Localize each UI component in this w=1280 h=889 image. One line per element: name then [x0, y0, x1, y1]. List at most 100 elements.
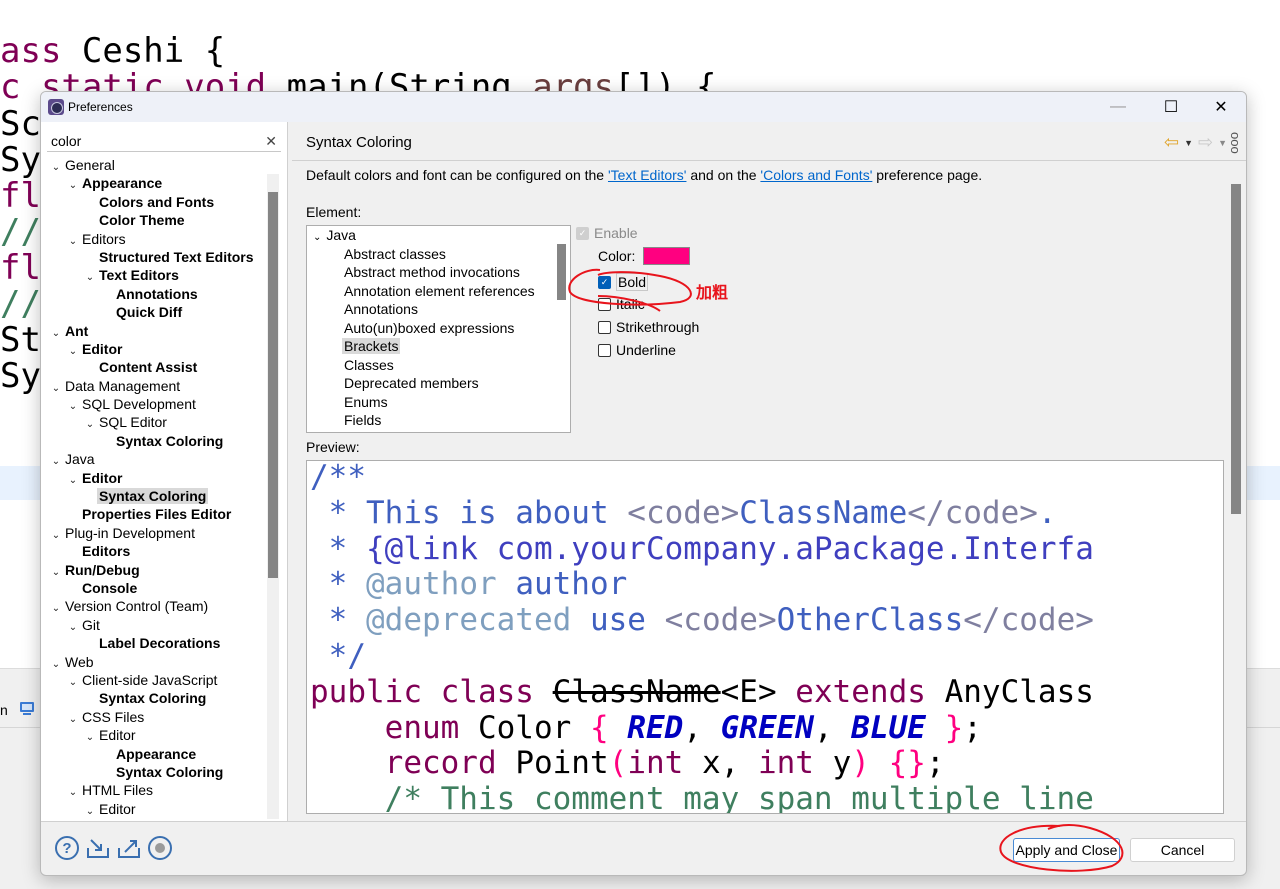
title-separator: [292, 160, 1246, 161]
cancel-button[interactable]: Cancel: [1130, 838, 1235, 862]
underline-check-icon[interactable]: [598, 343, 611, 357]
filter-input[interactable]: color ✕: [47, 130, 281, 152]
bottom-tab-label[interactable]: n: [0, 702, 8, 718]
tree-item[interactable]: Syntax Coloring: [49, 432, 269, 450]
tree-item[interactable]: Appearance: [49, 745, 269, 763]
page-scrollbar-thumb[interactable]: [1231, 184, 1241, 514]
color-picker-button[interactable]: [643, 247, 691, 265]
more-options-icon[interactable]: ooo: [1228, 132, 1243, 154]
element-item[interactable]: Classes: [307, 356, 570, 375]
text-editors-link[interactable]: 'Text Editors': [608, 167, 686, 183]
tree-item[interactable]: ⌄ Version Control (Team): [49, 597, 269, 615]
italic-check-icon[interactable]: [598, 297, 611, 311]
strikethrough-checkbox[interactable]: Strikethrough: [598, 319, 699, 335]
tree-item[interactable]: Content Assist: [49, 358, 269, 376]
tree-scrollbar[interactable]: [267, 174, 279, 819]
strikethrough-check-icon[interactable]: [598, 320, 611, 334]
clear-filter-icon[interactable]: ✕: [265, 130, 277, 152]
colors-and-fonts-link[interactable]: 'Colors and Fonts': [760, 167, 872, 183]
tree-item[interactable]: Syntax Coloring: [49, 689, 269, 707]
tree-item[interactable]: ⌄ General: [49, 156, 269, 174]
tree-item[interactable]: ⌄ SQL Editor: [49, 413, 269, 431]
element-item[interactable]: Enums: [307, 393, 570, 412]
bold-label: Bold: [616, 273, 649, 291]
tree-item[interactable]: ⌄ Data Management: [49, 377, 269, 395]
underline-checkbox[interactable]: Underline: [598, 342, 676, 358]
tree-item[interactable]: ⌄ Appearance: [49, 174, 269, 192]
filter-value[interactable]: color: [51, 133, 81, 149]
tree-item-label: Editor: [82, 340, 123, 357]
element-list-scrollbar[interactable]: [557, 244, 566, 300]
close-button[interactable]: ✕: [1198, 92, 1244, 122]
tree-item[interactable]: ⌄ Java: [49, 450, 269, 468]
italic-checkbox[interactable]: Italic: [598, 296, 645, 312]
title-bar[interactable]: Preferences — ☐ ✕: [41, 92, 1246, 122]
tree-item[interactable]: ⌄ Editor: [49, 340, 269, 358]
back-dropdown-icon[interactable]: ▼: [1184, 138, 1193, 148]
tree-item[interactable]: Structured Text Editors: [49, 248, 269, 266]
help-icon[interactable]: ?: [55, 836, 79, 860]
element-item[interactable]: Annotation element references: [307, 282, 570, 301]
console-icon[interactable]: [19, 701, 35, 717]
chevron-down-icon[interactable]: ⌄: [83, 803, 97, 821]
tree-item[interactable]: ⌄ Plug-in Development: [49, 524, 269, 542]
forward-dropdown-icon[interactable]: ▼: [1218, 138, 1227, 148]
tree-item[interactable]: Colors and Fonts: [49, 193, 269, 211]
tree-item[interactable]: ⌄ Text Editors: [49, 266, 269, 284]
element-item[interactable]: Abstract method invocations: [307, 263, 570, 282]
apply-and-close-button[interactable]: Apply and Close: [1013, 838, 1120, 862]
element-item-java[interactable]: ⌄ Java: [307, 226, 570, 245]
forward-arrow-icon[interactable]: ⇨: [1198, 132, 1213, 153]
element-item[interactable]: Brackets: [307, 337, 570, 356]
element-item[interactable]: Auto(un)boxed expressions: [307, 319, 570, 338]
tree-item-label: Version Control (Team): [65, 598, 209, 615]
tree-item[interactable]: ⌄ Client-side JavaScript: [49, 671, 269, 689]
minimize-button[interactable]: —: [1095, 92, 1141, 122]
enable-checkbox[interactable]: ✓ Enable: [576, 225, 638, 241]
eclipse-app-icon: [48, 99, 64, 115]
tree-item[interactable]: ⌄ Editor: [49, 726, 269, 744]
tree-item[interactable]: Label Decorations: [49, 634, 269, 652]
tree-item[interactable]: ⌄ Git: [49, 616, 269, 634]
tree-item[interactable]: ⌄ Editors: [49, 230, 269, 248]
export-icon[interactable]: [117, 836, 141, 860]
bold-checkbox[interactable]: ✓ Bold: [598, 273, 649, 291]
tree-item[interactable]: Color Theme: [49, 211, 269, 229]
import-icon[interactable]: [86, 836, 110, 860]
tree-item[interactable]: Syntax Coloring: [49, 487, 269, 505]
tree-item[interactable]: Quick Diff: [49, 303, 269, 321]
tree-scrollbar-thumb[interactable]: [268, 192, 278, 578]
tree-item[interactable]: Syntax Coloring: [49, 763, 269, 781]
bold-check-icon[interactable]: ✓: [598, 275, 611, 289]
code-token: @deprecated: [366, 602, 572, 639]
element-list[interactable]: ⌄ Java Abstract classes Abstract method in…: [306, 225, 571, 433]
enable-check-icon[interactable]: ✓: [576, 226, 589, 240]
tree-item[interactable]: ⌄ CSS Files: [49, 708, 269, 726]
element-item[interactable]: Annotations: [307, 300, 570, 319]
chevron-down-icon[interactable]: ⌄: [313, 232, 321, 243]
tree-item[interactable]: ⌄ Editor: [49, 800, 269, 818]
record-icon[interactable]: [148, 836, 172, 860]
page-scrollbar[interactable]: [1229, 184, 1243, 820]
tree-item[interactable]: ⌄ Run/Debug: [49, 561, 269, 579]
element-item[interactable]: Deprecated members: [307, 374, 570, 393]
tree-item[interactable]: ⌄ SQL Development: [49, 395, 269, 413]
tree-item[interactable]: ⌄ Web: [49, 653, 269, 671]
code-token: GREEN: [720, 709, 814, 746]
element-item[interactable]: Fields: [307, 411, 570, 430]
tree-item[interactable]: Annotations: [49, 285, 269, 303]
back-arrow-icon[interactable]: ⇦: [1164, 132, 1179, 153]
tree-item[interactable]: Properties Files Editor: [49, 505, 269, 523]
tree-item-label: Text Editors: [99, 267, 179, 284]
tree-item[interactable]: ⌄ HTML Files: [49, 781, 269, 799]
tree-item[interactable]: ⌄ Ant: [49, 322, 269, 340]
tree-item[interactable]: Console: [49, 579, 269, 597]
tree-item-label: Syntax Coloring: [116, 763, 224, 780]
tree-item[interactable]: ⌄ Editor: [49, 469, 269, 487]
preview-code-line: */: [310, 638, 366, 674]
element-item[interactable]: Abstract classes: [307, 245, 570, 264]
bottom-toolbar: ?: [55, 836, 172, 860]
tree-item[interactable]: Editors: [49, 542, 269, 560]
code-token: ,: [813, 709, 852, 746]
maximize-button[interactable]: ☐: [1148, 92, 1194, 122]
